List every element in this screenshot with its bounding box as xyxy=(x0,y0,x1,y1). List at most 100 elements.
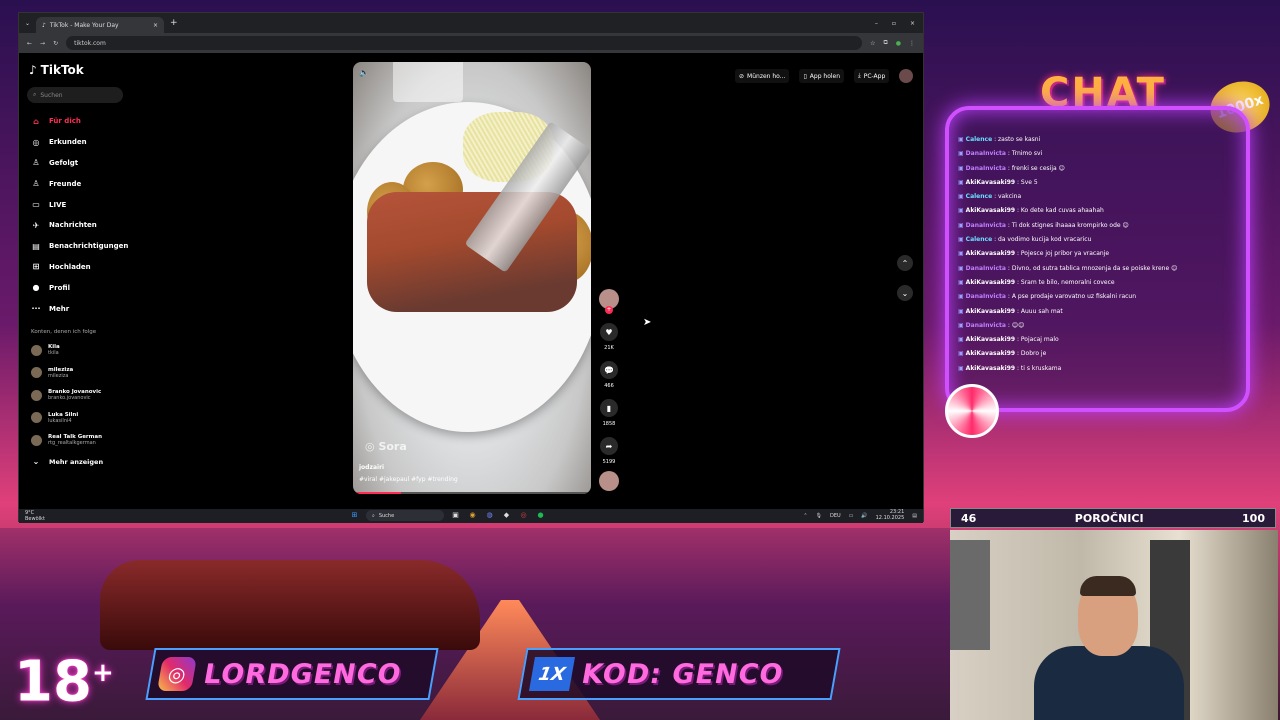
video-progress[interactable] xyxy=(353,492,591,494)
weather-widget[interactable]: 9°C Bewölkt xyxy=(25,509,45,522)
following-account[interactable]: Branko Jovanovic branko.jovanovic xyxy=(27,384,177,407)
next-video-button[interactable]: ⌄ xyxy=(897,285,913,301)
get-app-button[interactable]: ▯ App holen xyxy=(799,69,845,83)
account-handle: rtg_realtalkgerman xyxy=(48,440,96,447)
discord-icon[interactable]: ◍ xyxy=(484,510,495,521)
sidebar-item-f-r-dich[interactable]: ⌂ Für dich xyxy=(27,111,177,132)
previous-video-button[interactable]: ⌃ xyxy=(897,255,913,271)
language-indicator[interactable]: DEU xyxy=(830,513,841,519)
video-player[interactable]: 🔈 ◎ Sora jodzairi #viral #jakepaul #fyp … xyxy=(353,62,591,494)
streamer-hair xyxy=(1080,576,1136,596)
following-account[interactable]: Luka Silni lukasilni4 xyxy=(27,406,177,429)
user-avatar[interactable] xyxy=(899,69,914,83)
new-tab-icon[interactable]: + xyxy=(170,18,178,28)
tab-list-icon[interactable]: ⌄ xyxy=(25,20,30,27)
url-field[interactable]: tiktok.com xyxy=(66,36,863,50)
stream-overlay: { "browser": { "tab_title": "TikTok - Ma… xyxy=(0,0,1280,720)
back-icon[interactable]: ← xyxy=(27,40,32,47)
share-icon[interactable]: ➦ xyxy=(600,437,618,455)
age-rating: 18+ xyxy=(14,640,114,716)
get-coins-button[interactable]: ⊘ Münzen ho... xyxy=(735,69,790,83)
sidebar-item-erkunden[interactable]: ◎ Erkunden xyxy=(27,132,177,153)
chrome-icon[interactable]: ◉ xyxy=(467,510,478,521)
sidebar-item-hochladen[interactable]: ⊞ Hochladen xyxy=(27,257,177,278)
chat-message: ▣ AkiKavasaki99 : Pojesce joj pribor ya v… xyxy=(958,249,1238,263)
sidebar-item-nachrichten[interactable]: ✈ Nachrichten xyxy=(27,215,177,236)
sidebar-item-gefolgt[interactable]: ♙ Gefolgt xyxy=(27,153,177,174)
sidebar-item-live[interactable]: ▭ LIVE xyxy=(27,194,177,215)
upload-icon: ⊞ xyxy=(32,262,40,272)
chat-badge-icon: ▣ xyxy=(958,250,964,258)
chat-badge-icon: ▣ xyxy=(958,236,964,244)
chat-text: : Dobro je xyxy=(1016,350,1047,358)
volume-icon[interactable]: 🔊 xyxy=(861,513,867,519)
follow-plus-icon[interactable]: + xyxy=(605,306,613,314)
sidebar-item-mehr[interactable]: ··· Mehr xyxy=(27,298,177,319)
app-icon[interactable]: ◆ xyxy=(501,510,512,521)
mic-icon[interactable]: 🎙 xyxy=(816,513,822,519)
video-hashtags[interactable]: #viral #jakepaul #fyp #trending xyxy=(359,476,458,483)
creator-avatar[interactable]: + xyxy=(599,289,619,314)
forward-icon[interactable]: → xyxy=(40,40,45,47)
taskbar-search[interactable]: ⌕ Suche xyxy=(366,510,444,521)
sidebar-item-label: Gefolgt xyxy=(49,158,79,167)
video-username[interactable]: jodzairi xyxy=(359,464,384,471)
music-disc-icon[interactable] xyxy=(599,471,619,491)
sidebar-item-benachrichtigungen[interactable]: ▤ Benachrichtigungen xyxy=(27,236,177,257)
tiktok-logo[interactable]: ♪ TikTok xyxy=(29,63,177,77)
poster-image xyxy=(950,540,990,650)
like-icon[interactable]: ♥ xyxy=(600,323,618,341)
chat-badge-icon: ▣ xyxy=(958,278,964,286)
search-icon: ⌕ xyxy=(372,512,375,519)
menu-icon[interactable]: ⋮ xyxy=(909,40,915,47)
minimize-icon[interactable]: – xyxy=(875,20,878,27)
network-icon[interactable]: ▭ xyxy=(849,513,854,519)
chat-messages: ▣ Calence : zasto se kasni ▣ DanaInvicta : … xyxy=(958,135,1238,378)
url-text: tiktok.com xyxy=(74,39,106,47)
chat-message: ▣ AkiKavasaki99 : ti s kruskama xyxy=(958,364,1238,378)
maximize-icon[interactable]: ▫ xyxy=(892,20,896,27)
live-icon: ▭ xyxy=(32,200,40,210)
reload-icon[interactable]: ↻ xyxy=(53,40,58,47)
clock[interactable]: 23:21 12.10.2025 xyxy=(875,509,905,521)
spotify-icon[interactable]: ● xyxy=(535,510,546,521)
show-more-button[interactable]: ⌄ Mehr anzeigen xyxy=(27,451,177,472)
weather-desc: Bewölkt xyxy=(25,515,45,522)
close-window-icon[interactable]: × xyxy=(910,20,915,27)
following-account[interactable]: Kila tkila xyxy=(27,339,177,362)
following-account[interactable]: Real Talk German rtg_realtalkgerman xyxy=(27,429,177,452)
pc-app-button[interactable]: ⤓ PC-App xyxy=(854,69,890,83)
browser-tab[interactable]: ♪ TikTok - Make Your Day × xyxy=(36,17,165,33)
inbox-icon: ▤ xyxy=(32,241,40,251)
close-tab-icon[interactable]: × xyxy=(153,22,158,29)
windows-start-icon[interactable]: ⊞ xyxy=(349,510,360,521)
sidebar-item-label: Mehr xyxy=(49,304,70,313)
chat-text: : Divno, od sutra tablica mnozenja da se… xyxy=(1007,264,1178,272)
chat-message: ▣ AkiKavasaki99 : Pojacaj malo xyxy=(958,335,1238,349)
following-account[interactable]: mileziza mileziza xyxy=(27,361,177,384)
chat-badge-icon: ▣ xyxy=(958,307,964,315)
account-text: Branko Jovanovic branko.jovanovic xyxy=(48,389,101,401)
chat-text: : Ko dete kad cuvas ahaahah xyxy=(1016,207,1104,215)
comment-icon[interactable]: 💬 xyxy=(600,361,618,379)
chat-text: : frenki se cesija 😊 xyxy=(1007,164,1065,172)
home-icon: ⌂ xyxy=(33,116,39,126)
sidebar-item-profil[interactable]: ● Profil xyxy=(27,277,177,298)
bookmark-star-icon[interactable]: ☆ xyxy=(870,40,875,47)
tray-chevron-icon[interactable]: ⌃ xyxy=(803,513,807,519)
notifications-icon[interactable]: ▤ xyxy=(912,513,917,519)
search-input[interactable]: ⌕ Suchen xyxy=(27,87,123,103)
task-view-icon[interactable]: ▣ xyxy=(450,510,461,521)
sidebar-item-freunde[interactable]: ♙ Freunde xyxy=(27,173,177,194)
tab-bar: ⌄ ♪ TikTok - Make Your Day × + – ▫ × xyxy=(19,13,923,33)
volume-icon[interactable]: 🔈 xyxy=(359,68,369,77)
obs-icon[interactable]: ◎ xyxy=(518,510,529,521)
chat-badge-icon: ▣ xyxy=(958,164,964,172)
clock-date: 12.10.2025 xyxy=(875,514,905,521)
profile-icon[interactable]: ● xyxy=(896,40,901,47)
chat-message: ▣ DanaInvicta : Ti dok stignes ihaaaa kro… xyxy=(958,221,1238,235)
extensions-icon[interactable]: ⧉ xyxy=(883,39,887,47)
chat-text: : ti s kruskama xyxy=(1016,364,1062,372)
chat-message: ▣ DanaInvicta : 😊😊 xyxy=(958,321,1238,335)
bookmark-icon[interactable]: ▮ xyxy=(600,399,618,417)
